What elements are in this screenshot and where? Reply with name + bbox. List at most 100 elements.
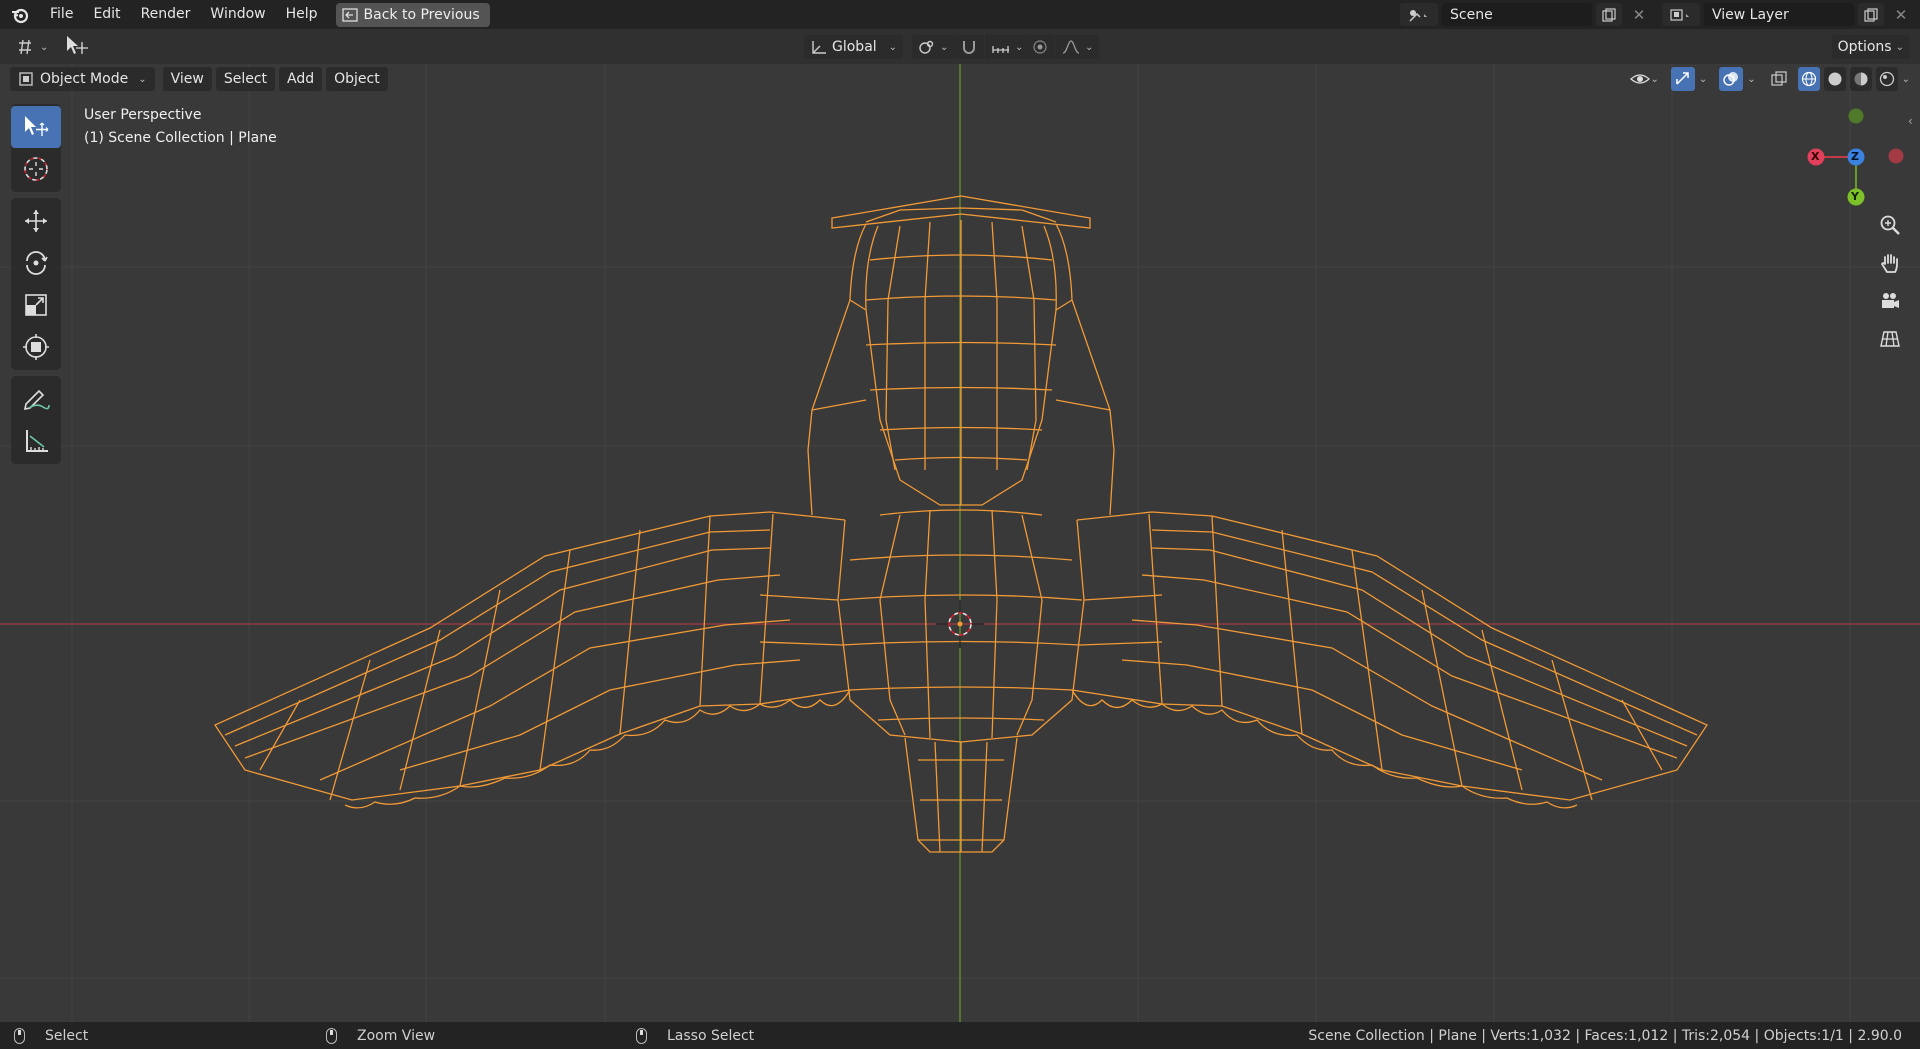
view-menu[interactable]: View xyxy=(162,67,212,91)
menu-window[interactable]: Window xyxy=(200,0,275,29)
active-tool-indicator[interactable] xyxy=(64,34,90,58)
view-layer-name: View Layer xyxy=(1712,6,1789,23)
hand-icon xyxy=(1880,254,1898,273)
options-dropdown[interactable]: Options ⌄ xyxy=(1831,35,1910,59)
new-view-layer-button[interactable] xyxy=(1858,3,1884,26)
scale-tool[interactable] xyxy=(11,284,61,326)
transform-tool[interactable] xyxy=(11,326,61,368)
copy-icon xyxy=(1864,7,1878,22)
rotate-tool[interactable] xyxy=(11,242,61,284)
copy-icon xyxy=(1602,7,1616,22)
scene-statistics: Scene Collection | Plane | Verts:1,032 |… xyxy=(1308,1027,1902,1044)
pivot-point-dropdown[interactable]: ⌄ xyxy=(912,35,955,59)
solid-sphere-icon xyxy=(1828,72,1842,86)
measure-tool[interactable] xyxy=(11,420,61,462)
select-cursor-icon xyxy=(25,116,49,136)
back-icon xyxy=(341,7,358,22)
viewport-header: Object Mode ⌄ View Select Add Object ⌄ ⌄… xyxy=(0,64,1920,94)
camera-view-button[interactable] xyxy=(1875,286,1905,316)
select-box-tool[interactable] xyxy=(11,106,61,148)
status-select-hint: Select xyxy=(14,1027,88,1044)
tool-group-annotate xyxy=(11,376,61,464)
snap-increment-icon xyxy=(992,46,1009,53)
menu-render[interactable]: Render xyxy=(131,0,201,29)
add-menu[interactable]: Add xyxy=(279,67,323,91)
toggle-perspective-button[interactable] xyxy=(1875,324,1905,354)
shading-wireframe-button[interactable] xyxy=(1797,67,1820,91)
new-scene-button[interactable] xyxy=(1596,3,1622,26)
falloff-curve-icon xyxy=(1062,40,1080,54)
zoom-view-button[interactable] xyxy=(1875,210,1905,240)
scene-icon xyxy=(1409,9,1427,22)
object-menu[interactable]: Object xyxy=(326,67,388,91)
shading-material-button[interactable] xyxy=(1849,67,1872,91)
scene-name: Scene xyxy=(1450,6,1493,23)
scene-field[interactable]: Scene xyxy=(1442,3,1592,26)
select-tool-icon xyxy=(67,36,88,54)
back-to-previous-button[interactable]: Back to Previous xyxy=(335,2,490,27)
tool-group-select xyxy=(11,104,61,192)
camera-icon xyxy=(1882,293,1899,308)
view-layer-field[interactable]: View Layer xyxy=(1704,3,1854,26)
rotate-icon xyxy=(26,251,48,275)
editor-type-dropdown[interactable]: ⌄ xyxy=(10,35,54,59)
chevron-down-icon[interactable]: ⌄ xyxy=(1699,74,1707,85)
object-mode-dropdown[interactable]: Object Mode ⌄ xyxy=(10,67,155,91)
viewport-grid xyxy=(0,64,1920,1022)
chevron-down-icon: ⌄ xyxy=(1085,41,1094,53)
shading-solid-button[interactable] xyxy=(1823,67,1846,91)
cursor-tool[interactable] xyxy=(11,148,61,190)
delete-scene-button[interactable]: ✕ xyxy=(1626,3,1652,26)
overlays-icon xyxy=(1723,72,1739,86)
blender-logo-icon[interactable] xyxy=(0,0,40,29)
menu-help[interactable]: Help xyxy=(276,0,328,29)
pan-view-button[interactable] xyxy=(1875,248,1905,278)
falloff-dropdown[interactable]: ⌄ xyxy=(1055,35,1100,59)
transform-orientation-dropdown[interactable]: Global ⌄ xyxy=(804,35,904,59)
crosshair-cursor-icon xyxy=(24,157,48,181)
mesh-wireframe[interactable] xyxy=(214,195,1708,853)
middle-mouse-icon xyxy=(326,1027,337,1044)
right-mouse-icon xyxy=(636,1027,647,1044)
left-mouse-icon xyxy=(14,1027,25,1044)
chevron-down-icon: ⌄ xyxy=(40,41,49,53)
move-tool[interactable] xyxy=(11,200,61,242)
3d-cursor[interactable] xyxy=(936,600,984,648)
proportional-editing-toggle[interactable] xyxy=(1026,35,1054,59)
editor-type-icon xyxy=(19,39,31,55)
chevron-down-icon[interactable]: ⌄ xyxy=(1902,74,1910,85)
menu-file[interactable]: File xyxy=(40,0,83,29)
visibility-dropdown[interactable]: ⌄ xyxy=(1626,67,1662,91)
chevron-down-icon: ⌄ xyxy=(940,41,949,53)
xray-toggle[interactable] xyxy=(1768,67,1790,91)
back-to-previous-label: Back to Previous xyxy=(363,6,480,23)
transform-icon xyxy=(23,334,49,360)
ruler-icon xyxy=(26,430,48,452)
3d-viewport[interactable] xyxy=(0,64,1920,1022)
view-name-label: User Perspective xyxy=(84,107,202,123)
gizmo-x-label: X xyxy=(1811,150,1820,163)
select-menu[interactable]: Select xyxy=(215,67,276,91)
menu-edit[interactable]: Edit xyxy=(83,0,130,29)
snap-toggle[interactable] xyxy=(954,35,984,59)
gizmo-toggle[interactable] xyxy=(1670,67,1695,91)
view-layer-selector-button[interactable] xyxy=(1662,3,1700,26)
grid-perspective-icon xyxy=(1880,331,1900,347)
chevron-down-icon: ⌄ xyxy=(1650,73,1659,85)
eye-icon xyxy=(1630,74,1651,84)
pivot-icon xyxy=(919,40,934,54)
delete-view-layer-button[interactable]: ✕ xyxy=(1888,3,1914,26)
snap-target-dropdown[interactable]: ⌄ xyxy=(985,35,1030,59)
scene-selector-button[interactable] xyxy=(1400,3,1438,26)
overlays-toggle[interactable] xyxy=(1719,67,1744,91)
tool-group-transform xyxy=(11,198,61,370)
annotate-tool[interactable] xyxy=(11,378,61,420)
sidebar-toggle-chevron-icon[interactable]: ‹ xyxy=(1908,114,1913,128)
shading-rendered-button[interactable] xyxy=(1875,67,1898,91)
collection-info-label: (1) Scene Collection | Plane xyxy=(84,130,277,146)
chevron-down-icon[interactable]: ⌄ xyxy=(1747,74,1755,85)
proportional-edit-icon xyxy=(1033,40,1047,54)
object-mode-label: Object Mode xyxy=(40,71,129,87)
top-menu-bar: File Edit Render Window Help Back to Pre… xyxy=(0,0,1920,29)
material-sphere-icon xyxy=(1854,72,1868,86)
